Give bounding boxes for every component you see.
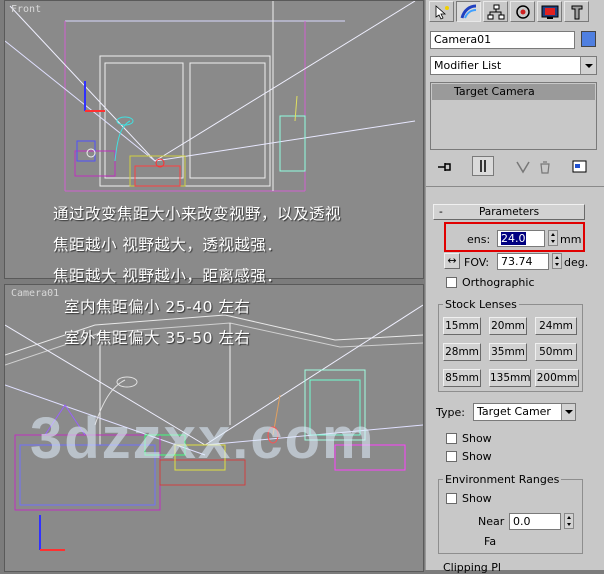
env-show-checkbox[interactable] bbox=[446, 493, 457, 504]
hierarchy-icon bbox=[487, 4, 505, 20]
pin-stack-icon[interactable] bbox=[436, 159, 452, 178]
fov-spinner[interactable] bbox=[552, 253, 562, 269]
modifier-list-label: Modifier List bbox=[434, 59, 502, 72]
camera-scene-wireframe bbox=[5, 304, 423, 551]
utilities-tab[interactable] bbox=[564, 1, 589, 22]
lens-135mm-button[interactable]: 135mm bbox=[489, 369, 531, 387]
chevron-down-icon[interactable] bbox=[561, 404, 575, 420]
lens-28mm-button[interactable]: 28mm bbox=[443, 343, 481, 361]
front-viewport-label[interactable]: Front bbox=[11, 4, 41, 15]
lens-15mm-button[interactable]: 15mm bbox=[443, 317, 481, 335]
fov-direction-icon: ↔ bbox=[447, 254, 457, 267]
camera-viewport-label[interactable]: Camera01 bbox=[11, 288, 59, 299]
show-horizon-label: Show bbox=[462, 450, 492, 463]
lens-24mm-button[interactable]: 24mm bbox=[535, 317, 577, 335]
show-cone-label: Show bbox=[462, 432, 492, 445]
show-end-result-icon[interactable] bbox=[472, 156, 494, 176]
object-name-input[interactable]: Camera01 bbox=[430, 31, 575, 49]
near-label: Near bbox=[478, 515, 505, 528]
lens-highlight-box bbox=[444, 222, 585, 252]
modify-icon bbox=[460, 4, 477, 19]
stock-lenses-title: Stock Lenses bbox=[443, 298, 519, 311]
create-tab[interactable] bbox=[429, 1, 454, 22]
lens-85mm-button[interactable]: 85mm bbox=[443, 369, 481, 387]
command-panel: Camera01 Modifier List Target Camera - P… bbox=[425, 0, 604, 574]
fov-unit: deg. bbox=[564, 256, 589, 269]
fov-input[interactable]: 73.74 bbox=[497, 253, 549, 270]
env-show-label: Show bbox=[462, 492, 492, 505]
create-icon bbox=[435, 5, 449, 20]
front-scene-wireframe bbox=[5, 1, 416, 192]
camera-type-dropdown[interactable]: Target Camer bbox=[473, 403, 576, 421]
configure-modifier-sets-icon[interactable] bbox=[572, 159, 588, 178]
near-range-input[interactable]: 0.0 bbox=[509, 513, 561, 530]
chevron-down-icon[interactable] bbox=[580, 57, 596, 74]
stack-item-target-camera[interactable]: Target Camera bbox=[432, 84, 595, 100]
clipping-planes-label: Clipping Pl bbox=[443, 561, 501, 574]
hierarchy-tab[interactable] bbox=[483, 1, 508, 22]
command-panel-tabs bbox=[428, 0, 603, 24]
orthographic-checkbox[interactable] bbox=[446, 277, 457, 288]
motion-tab[interactable] bbox=[510, 1, 535, 22]
camera-viewport[interactable]: Camera01 bbox=[4, 284, 424, 572]
modifier-list-dropdown[interactable]: Modifier List bbox=[430, 56, 597, 75]
environment-ranges-title: Environment Ranges bbox=[443, 473, 562, 486]
modifier-stack[interactable]: Target Camera bbox=[430, 82, 597, 150]
fov-direction-button[interactable]: ↔ bbox=[444, 253, 460, 269]
far-label: Fa bbox=[484, 535, 497, 548]
motion-icon bbox=[516, 5, 530, 19]
remove-modifier-icon[interactable] bbox=[538, 159, 552, 178]
front-viewport[interactable]: Front bbox=[4, 0, 424, 279]
display-icon bbox=[541, 5, 559, 19]
display-tab[interactable] bbox=[537, 1, 562, 22]
type-label: Type: bbox=[436, 406, 465, 419]
make-unique-icon[interactable] bbox=[515, 159, 531, 178]
near-range-spinner[interactable] bbox=[564, 513, 574, 529]
lens-20mm-button[interactable]: 20mm bbox=[489, 317, 527, 335]
orthographic-label: Orthographic bbox=[462, 276, 535, 289]
lens-35mm-button[interactable]: 35mm bbox=[489, 343, 527, 361]
parameters-rollout-title: Parameters bbox=[478, 206, 540, 218]
modify-tab[interactable] bbox=[456, 1, 481, 22]
lens-50mm-button[interactable]: 50mm bbox=[535, 343, 577, 361]
fov-label: FOV: bbox=[464, 256, 490, 269]
utilities-icon bbox=[571, 5, 583, 20]
show-horizon-checkbox[interactable] bbox=[446, 451, 457, 462]
stack-toolbar bbox=[430, 156, 597, 178]
show-cone-checkbox[interactable] bbox=[446, 433, 457, 444]
rollout-collapse-icon: - bbox=[439, 206, 443, 218]
camera-type-value: Target Camer bbox=[477, 405, 551, 418]
lens-200mm-button[interactable]: 200mm bbox=[535, 369, 579, 387]
parameters-rollout-header[interactable]: - Parameters bbox=[433, 204, 585, 220]
object-color-swatch[interactable] bbox=[581, 31, 596, 47]
